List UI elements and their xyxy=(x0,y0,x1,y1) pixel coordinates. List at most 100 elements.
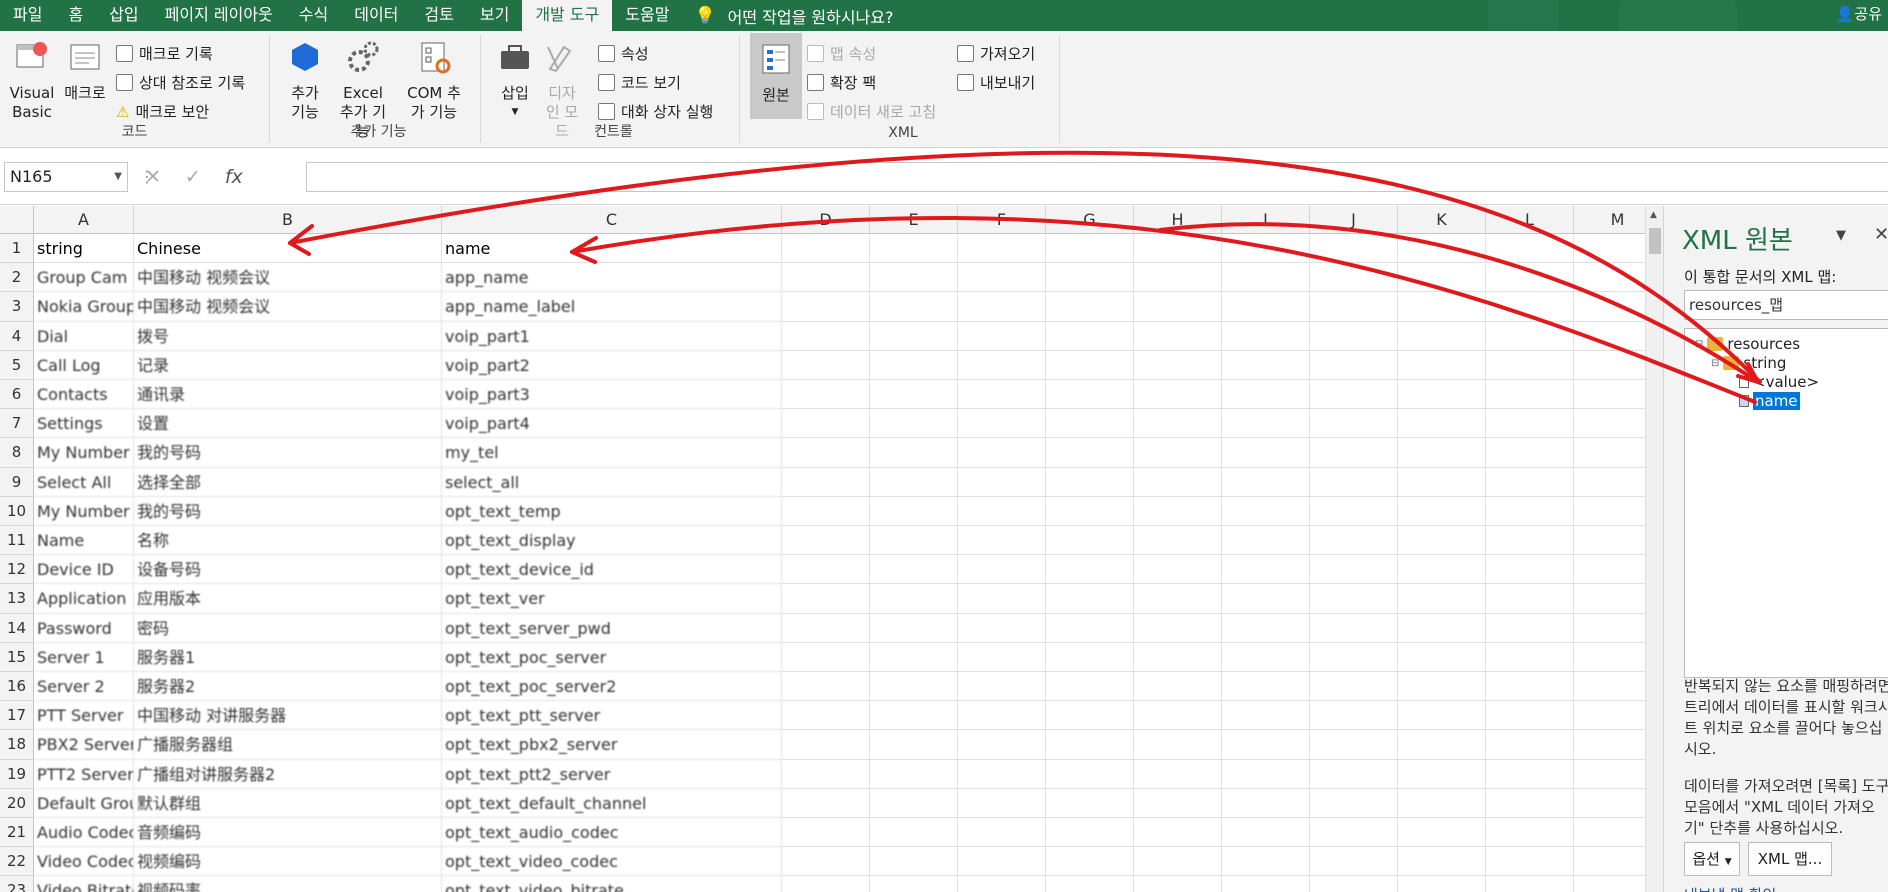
cell-h18[interactable] xyxy=(1134,730,1222,760)
cell-k1[interactable] xyxy=(1398,234,1486,264)
cell-e17[interactable] xyxy=(870,701,958,731)
cell-c3[interactable]: app_name_label xyxy=(442,292,782,322)
cell-h11[interactable] xyxy=(1134,526,1222,556)
cell-l7[interactable] xyxy=(1486,409,1574,439)
cell-i15[interactable] xyxy=(1222,642,1310,672)
cell-j10[interactable] xyxy=(1310,496,1398,526)
record-macro-button[interactable]: 매크로 기록 xyxy=(116,43,213,64)
cell-m10[interactable] xyxy=(1574,497,1645,526)
tab-home[interactable]: 홈 xyxy=(55,0,96,31)
cell-i9[interactable] xyxy=(1222,467,1310,497)
cell-m2[interactable] xyxy=(1574,263,1645,293)
cell-g10[interactable] xyxy=(1046,496,1134,526)
cell-m17[interactable] xyxy=(1574,701,1645,731)
cell-i12[interactable] xyxy=(1222,555,1310,585)
cell-l9[interactable] xyxy=(1486,467,1574,497)
cell-g3[interactable] xyxy=(1046,292,1134,322)
cell-f2[interactable] xyxy=(958,263,1046,293)
cell-l1[interactable] xyxy=(1486,234,1574,264)
refresh-data-button[interactable]: 데이터 새로 고침 xyxy=(807,101,936,122)
cell-l12[interactable] xyxy=(1486,555,1574,585)
row-header[interactable]: 9 xyxy=(0,467,34,497)
cell-a23[interactable]: Video Bitrate xyxy=(34,876,134,892)
column-header-m[interactable]: M xyxy=(1574,206,1645,234)
cell-h1[interactable] xyxy=(1134,234,1222,264)
cell-b5[interactable]: 记录 xyxy=(134,350,442,380)
cell-d13[interactable] xyxy=(782,584,870,614)
row-header[interactable]: 16 xyxy=(0,672,34,702)
cell-i14[interactable] xyxy=(1222,613,1310,643)
cell-g22[interactable] xyxy=(1046,847,1134,877)
cell-a2[interactable]: Group Cam xyxy=(34,263,134,293)
cell-l8[interactable] xyxy=(1486,438,1574,468)
cell-d12[interactable] xyxy=(782,555,870,585)
xml-map-select[interactable]: resources_맵 xyxy=(1684,290,1888,320)
row-header[interactable]: 3 xyxy=(0,292,34,322)
cell-h6[interactable] xyxy=(1134,380,1222,410)
cell-h10[interactable] xyxy=(1134,496,1222,526)
cell-k11[interactable] xyxy=(1398,526,1486,556)
cell-k19[interactable] xyxy=(1398,759,1486,789)
cell-h23[interactable] xyxy=(1134,876,1222,892)
expansion-pack-button[interactable]: 확장 팩 xyxy=(807,72,876,93)
cell-l17[interactable] xyxy=(1486,701,1574,731)
row-header[interactable]: 2 xyxy=(0,263,34,293)
cell-h9[interactable] xyxy=(1134,467,1222,497)
options-button[interactable]: 옵션 ▼ xyxy=(1684,842,1740,876)
cell-h4[interactable] xyxy=(1134,321,1222,351)
collapse-icon[interactable]: ⊟ xyxy=(1711,358,1719,369)
tree-node-name[interactable]: name xyxy=(1739,392,1800,410)
cell-i4[interactable] xyxy=(1222,321,1310,351)
scroll-up-icon[interactable]: ▲ xyxy=(1650,210,1657,220)
cell-i18[interactable] xyxy=(1222,730,1310,760)
share-button[interactable]: 👤공유 xyxy=(1836,0,1888,31)
cell-d20[interactable] xyxy=(782,788,870,818)
cell-f10[interactable] xyxy=(958,496,1046,526)
cell-f1[interactable] xyxy=(958,234,1046,264)
cell-i3[interactable] xyxy=(1222,292,1310,322)
cell-d22[interactable] xyxy=(782,847,870,877)
cell-f3[interactable] xyxy=(958,292,1046,322)
cell-f16[interactable] xyxy=(958,672,1046,702)
cell-d16[interactable] xyxy=(782,672,870,702)
column-header-c[interactable]: C xyxy=(442,206,782,234)
cell-j17[interactable] xyxy=(1310,701,1398,731)
column-header-k[interactable]: K xyxy=(1398,206,1486,234)
cell-f22[interactable] xyxy=(958,847,1046,877)
collapse-icon[interactable]: ⊟ xyxy=(1695,339,1703,350)
cell-f5[interactable] xyxy=(958,350,1046,380)
row-header[interactable]: 1 xyxy=(0,234,34,264)
cell-d10[interactable] xyxy=(782,496,870,526)
cell-a18[interactable]: PBX2 Server xyxy=(34,730,134,760)
cell-g9[interactable] xyxy=(1046,467,1134,497)
cell-l13[interactable] xyxy=(1486,584,1574,614)
column-header-h[interactable]: H xyxy=(1134,206,1222,234)
cell-i8[interactable] xyxy=(1222,438,1310,468)
cell-c20[interactable]: opt_text_default_channel xyxy=(442,788,782,818)
cell-i5[interactable] xyxy=(1222,350,1310,380)
cell-a19[interactable]: PTT2 Server xyxy=(34,759,134,789)
cell-g19[interactable] xyxy=(1046,759,1134,789)
scroll-thumb[interactable] xyxy=(1649,228,1661,254)
cell-m1[interactable] xyxy=(1574,234,1645,264)
cell-b6[interactable]: 通讯录 xyxy=(134,380,442,410)
cell-k16[interactable] xyxy=(1398,672,1486,702)
cell-m18[interactable] xyxy=(1574,730,1645,760)
cell-d1[interactable] xyxy=(782,234,870,264)
cell-l6[interactable] xyxy=(1486,380,1574,410)
cell-h19[interactable] xyxy=(1134,759,1222,789)
tab-view[interactable]: 보기 xyxy=(467,0,522,31)
cell-e12[interactable] xyxy=(870,555,958,585)
cell-a3[interactable]: Nokia Group xyxy=(34,292,134,322)
cell-e15[interactable] xyxy=(870,642,958,672)
cell-d2[interactable] xyxy=(782,263,870,293)
row-header[interactable]: 15 xyxy=(0,642,34,672)
cell-e19[interactable] xyxy=(870,759,958,789)
cell-a8[interactable]: My Number xyxy=(34,438,134,468)
cell-h7[interactable] xyxy=(1134,409,1222,439)
cell-b1[interactable]: Chinese xyxy=(134,234,442,264)
cell-j20[interactable] xyxy=(1310,788,1398,818)
cell-g20[interactable] xyxy=(1046,788,1134,818)
cell-a4[interactable]: Dial xyxy=(34,321,134,351)
cell-a20[interactable]: Default Group xyxy=(34,788,134,818)
